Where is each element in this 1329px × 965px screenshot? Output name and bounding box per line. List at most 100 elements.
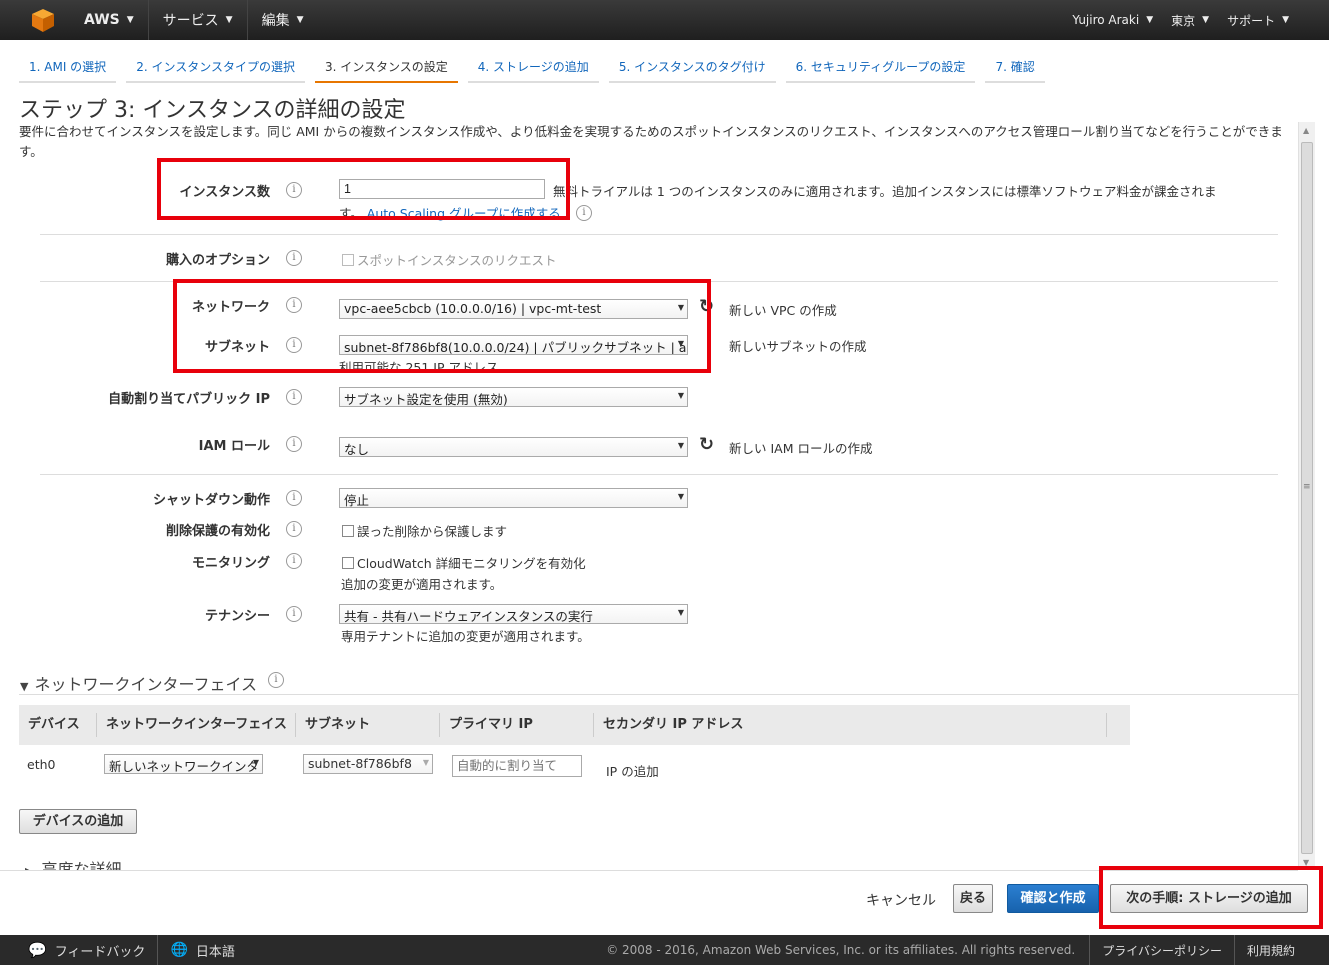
shutdown-behavior-value: 停止 [344, 493, 370, 508]
termination-protection-option: 誤った削除から保護します [342, 521, 507, 540]
divider [40, 234, 1278, 235]
tab-choose-instance-type[interactable]: 2. インスタンスタイプの選択 [126, 52, 305, 83]
info-icon[interactable]: i [286, 490, 302, 506]
globe-icon: 🌐 [170, 942, 188, 958]
info-icon[interactable]: i [286, 606, 302, 622]
feedback-label: フィードバック [54, 944, 146, 960]
create-vpc-link[interactable]: 新しい VPC の作成 [729, 300, 837, 319]
network-interfaces-toggle[interactable]: ▼ ネットワークインターフェイス [20, 671, 257, 695]
tenancy-label: テナンシー [204, 609, 270, 624]
table-header: デバイス ネットワークインターフェイス サブネット プライマリ IP セカンダリ… [19, 705, 1130, 745]
tab-security-group[interactable]: 6. セキュリティグループの設定 [785, 52, 976, 83]
chevron-down-icon: ▼ [1146, 15, 1154, 25]
divider [40, 474, 1278, 475]
termination-protection-checkbox-label: 誤った削除から保護します [357, 524, 508, 539]
edit-menu[interactable]: 編集 ▼ [248, 0, 318, 40]
tab-add-tags[interactable]: 5. インスタンスのタグ付け [608, 52, 776, 83]
add-device-button[interactable]: デバイスの追加 [19, 809, 137, 834]
monitoring-label: モニタリング [191, 556, 270, 571]
info-icon[interactable]: i [286, 389, 302, 405]
primary-ip-input[interactable] [452, 755, 582, 777]
wizard-tabs: 1. AMI の選択 2. インスタンスタイプの選択 3. インスタンスの設定 … [19, 52, 1055, 83]
services-menu[interactable]: サービス ▼ [149, 0, 248, 40]
page-title: ステップ 3: インスタンスの詳細の設定 [19, 98, 406, 123]
network-interfaces-title: ネットワークインターフェイス [34, 675, 258, 694]
language-button[interactable]: 🌐 日本語 [158, 935, 246, 965]
support-menu-label: サポート [1227, 13, 1276, 28]
create-subnet-link[interactable]: 新しいサブネットの作成 [729, 336, 867, 355]
chevron-down-icon: ▼ [677, 441, 684, 450]
info-icon[interactable]: i [268, 672, 284, 688]
refresh-icon[interactable]: ↻ [699, 434, 714, 455]
info-icon[interactable]: i [576, 205, 592, 221]
public-ip-select-value: サブネット設定を使用 (無効) [344, 392, 508, 407]
back-button[interactable]: 戻る [953, 884, 993, 913]
ni-subnet-value: subnet-8f786bf8 [308, 756, 412, 771]
chevron-down-icon: ▼ [1282, 15, 1289, 25]
spot-request-checkbox[interactable] [342, 254, 354, 266]
tab-configure-instance[interactable]: 3. インスタンスの設定 [314, 52, 458, 83]
chevron-down-icon: ▼ [225, 15, 233, 25]
column-header: ネットワークインターフェイス [97, 713, 296, 737]
scrollbar-thumb[interactable] [1301, 142, 1313, 854]
language-label: 日本語 [195, 944, 235, 960]
highlight-box-network [173, 279, 711, 373]
region-menu-label: 東京 [1171, 13, 1196, 28]
termination-protection-checkbox[interactable] [342, 525, 354, 537]
tenancy-select[interactable]: 共有 - 共有ハードウェアインスタンスの実行 ▼ [339, 604, 688, 624]
network-interfaces-table: デバイス ネットワークインターフェイス サブネット プライマリ IP セカンダリ… [19, 705, 1130, 745]
tab-review[interactable]: 7. 確認 [985, 52, 1045, 83]
monitoring-charges-link[interactable]: 追加の変更が適用されます。 [341, 574, 502, 593]
user-menu[interactable]: Yujiro Araki ▼ [1063, 0, 1162, 40]
chevron-down-icon: ▼ [126, 15, 134, 25]
shutdown-behavior-select[interactable]: 停止 ▼ [339, 488, 688, 508]
terms-link[interactable]: 利用規約 [1233, 935, 1329, 965]
aws-menu[interactable]: AWS ▼ [70, 0, 149, 40]
highlight-box-count [157, 158, 570, 220]
tab-add-storage[interactable]: 4. ストレージの追加 [467, 52, 599, 83]
vertical-scrollbar[interactable]: ▲ ≡ ▼ [1298, 122, 1315, 870]
monitoring-checkbox[interactable] [342, 557, 354, 569]
column-header: プライマリ IP [440, 713, 594, 737]
public-ip-select[interactable]: サブネット設定を使用 (無効) ▼ [339, 387, 688, 407]
spot-request-checkbox-label: スポットインスタンスのリクエスト [357, 253, 557, 268]
network-interface-value: 新しいネットワークインタ [109, 759, 260, 774]
termination-protection-label: 削除保護の有効化 [165, 524, 270, 539]
aws-cube-logo-icon[interactable] [30, 7, 56, 33]
monitoring-option: CloudWatch 詳細モニタリングを有効化 [342, 553, 586, 572]
iam-role-select[interactable]: なし ▼ [339, 437, 688, 457]
chevron-down-icon: ▼ [677, 391, 684, 400]
grip-icon: ≡ [1303, 482, 1311, 492]
info-icon[interactable]: i [286, 553, 302, 569]
triangle-down-icon: ▼ [20, 680, 29, 693]
info-icon[interactable]: i [286, 436, 302, 452]
cancel-link[interactable]: キャンセル [866, 890, 936, 910]
speech-bubble-icon: 💬 [28, 941, 47, 959]
spot-request-option: スポットインスタンスのリクエスト [342, 250, 557, 269]
review-and-launch-button[interactable]: 確認と作成 [1007, 884, 1099, 913]
tenancy-charges-link[interactable]: 専用テナントに追加の変更が適用されます。 [341, 626, 590, 645]
add-ip-link[interactable]: IP の追加 [606, 761, 659, 780]
create-iam-role-link[interactable]: 新しい IAM ロールの作成 [729, 438, 872, 457]
public-ip-label: 自動割り当てパブリック IP [108, 392, 270, 407]
device-eth0: eth0 [27, 757, 56, 772]
chevron-down-icon: ▼ [422, 758, 429, 767]
feedback-button[interactable]: 💬 フィードバック [0, 935, 159, 965]
info-icon[interactable]: i [286, 521, 302, 537]
ni-subnet-select[interactable]: subnet-8f786bf8 ▼ [303, 754, 433, 774]
tab-choose-ami[interactable]: 1. AMI の選択 [19, 52, 117, 83]
scroll-up-icon[interactable]: ▲ [1303, 126, 1309, 135]
network-interface-select[interactable]: 新しいネットワークインタ ▼ [104, 754, 263, 774]
highlight-box-next [1099, 866, 1323, 929]
privacy-policy-link[interactable]: プライバシーポリシー [1089, 935, 1234, 965]
instance-count-note: 無料トライアルは 1 つのインスタンスのみに適用されます。追加インスタンスには標… [553, 184, 1217, 199]
edit-menu-label: 編集 [261, 13, 290, 29]
column-header: サブネット [296, 713, 440, 737]
copyright-text: © 2008 - 2016, Amazon Web Services, Inc.… [606, 943, 1076, 957]
chevron-down-icon: ▼ [677, 492, 684, 501]
support-menu[interactable]: サポート ▼ [1218, 0, 1329, 40]
region-menu[interactable]: 東京 ▼ [1162, 0, 1218, 40]
services-menu-label: サービス [162, 13, 219, 29]
iam-role-label: IAM ロール [198, 439, 270, 454]
advanced-details-toggle[interactable]: ▶高度な詳細 [25, 856, 121, 870]
